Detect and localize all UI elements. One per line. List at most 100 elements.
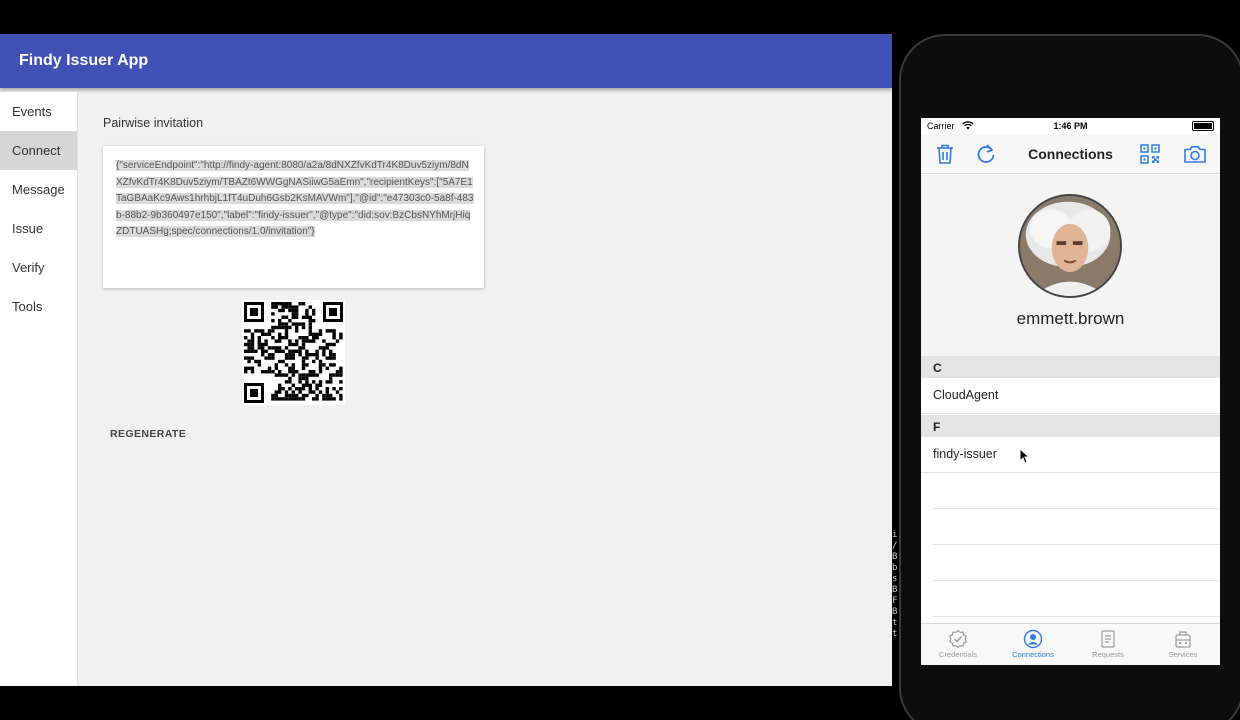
qr-module bbox=[332, 342, 336, 347]
qr-module bbox=[301, 325, 306, 330]
sidebar-item-issue[interactable]: Issue bbox=[0, 209, 77, 248]
regenerate-button[interactable]: REGENERATE bbox=[110, 428, 186, 440]
qr-module bbox=[305, 336, 309, 340]
qr-module bbox=[278, 387, 282, 391]
status-bar: Carrier 1:46 PM bbox=[921, 118, 1220, 134]
tab-services[interactable]: Services bbox=[1146, 624, 1220, 665]
qr-module bbox=[278, 370, 282, 374]
qr-module bbox=[257, 363, 261, 367]
tab-connections[interactable]: Connections bbox=[996, 624, 1070, 665]
qr-module bbox=[288, 366, 292, 370]
qr-module bbox=[291, 349, 295, 353]
qr-module bbox=[284, 356, 289, 360]
qr-module bbox=[308, 322, 312, 326]
qr-module bbox=[335, 370, 340, 374]
requests-icon bbox=[1101, 630, 1115, 648]
sidebar-item-connect[interactable]: Connect bbox=[0, 131, 77, 170]
qr-module bbox=[267, 353, 272, 357]
qr-module bbox=[325, 380, 329, 384]
qr-module bbox=[332, 332, 336, 336]
sidebar-item-tools[interactable]: Tools bbox=[0, 287, 77, 326]
qr-module bbox=[305, 356, 309, 360]
app-title: Findy Issuer App bbox=[19, 52, 149, 69]
section-title: Pairwise invitation bbox=[103, 116, 204, 130]
qr-module bbox=[274, 366, 278, 370]
section-header-f: F bbox=[921, 415, 1220, 437]
qr-module bbox=[274, 302, 278, 306]
tab-credentials[interactable]: Credentials bbox=[921, 624, 995, 665]
qr-module bbox=[318, 370, 323, 374]
qr-module bbox=[244, 336, 248, 340]
qr-module bbox=[312, 353, 316, 357]
profile-section: emmett.brown bbox=[921, 175, 1220, 356]
qr-module bbox=[288, 393, 292, 398]
qr-module bbox=[329, 353, 333, 357]
qr-module bbox=[301, 366, 306, 370]
qr-module bbox=[295, 393, 299, 398]
qr-module bbox=[271, 305, 275, 309]
connection-item-findy-issuer[interactable]: findy-issuer bbox=[921, 437, 1220, 473]
qr-module bbox=[305, 349, 309, 353]
qr-module bbox=[254, 329, 258, 333]
sidebar-item-verify[interactable]: Verify bbox=[0, 248, 77, 287]
connection-item-cloudagent[interactable]: CloudAgent bbox=[921, 378, 1220, 414]
qr-module bbox=[291, 370, 295, 374]
qr-module bbox=[261, 353, 265, 357]
sidebar-item-events[interactable]: Events bbox=[0, 92, 77, 131]
qr-module bbox=[281, 302, 285, 306]
qr-module bbox=[250, 349, 255, 353]
qr-module bbox=[339, 370, 343, 374]
qr-code-icon[interactable] bbox=[1138, 142, 1162, 166]
qr-module bbox=[267, 329, 272, 333]
qr-module bbox=[261, 346, 265, 350]
qr-module bbox=[301, 397, 306, 401]
qr-module bbox=[284, 336, 289, 340]
qr-module bbox=[244, 342, 248, 347]
qr-module bbox=[284, 315, 289, 319]
qr-module bbox=[264, 339, 268, 343]
qr-module bbox=[278, 308, 282, 313]
qr-module bbox=[281, 336, 285, 340]
qr-module bbox=[267, 332, 272, 336]
qr-module bbox=[295, 387, 299, 391]
qr-module bbox=[247, 346, 251, 350]
qr-module bbox=[329, 363, 333, 367]
qr-module bbox=[329, 376, 333, 381]
qr-module bbox=[250, 339, 255, 343]
qr-module bbox=[278, 397, 282, 401]
qr-module bbox=[318, 366, 323, 370]
qr-module bbox=[288, 308, 292, 313]
qr-module bbox=[284, 390, 289, 394]
qr-module bbox=[284, 353, 289, 357]
qr-module bbox=[250, 332, 255, 336]
qr-module bbox=[278, 373, 282, 377]
qr-module bbox=[291, 322, 295, 326]
qr-module bbox=[271, 325, 275, 330]
qr-module bbox=[339, 366, 343, 370]
tab-requests[interactable]: Requests bbox=[1071, 624, 1145, 665]
qr-module bbox=[288, 342, 292, 347]
qr-module bbox=[308, 305, 312, 309]
qr-module bbox=[244, 366, 248, 370]
qr-module bbox=[274, 373, 278, 377]
services-icon bbox=[1175, 631, 1191, 648]
qr-module bbox=[247, 366, 251, 370]
sidebar-item-message[interactable]: Message bbox=[0, 170, 77, 209]
invitation-text[interactable]: {"serviceEndpoint":"http://findy-agent:8… bbox=[116, 158, 474, 241]
mouse-cursor-icon bbox=[1019, 448, 1029, 464]
qr-module bbox=[281, 315, 285, 319]
qr-module bbox=[329, 356, 333, 360]
username: emmett.brown bbox=[1016, 309, 1125, 328]
web-app-window: Findy Issuer App Events Connect Message … bbox=[0, 34, 892, 686]
qr-module bbox=[318, 332, 323, 336]
qr-module bbox=[305, 363, 309, 367]
qr-module bbox=[318, 363, 323, 367]
qr-module bbox=[291, 383, 295, 387]
camera-icon[interactable] bbox=[1183, 142, 1207, 166]
qr-module bbox=[301, 387, 306, 391]
qr-module bbox=[332, 363, 336, 367]
qr-module bbox=[264, 342, 268, 347]
qr-module bbox=[274, 325, 278, 330]
qr-module bbox=[315, 373, 319, 377]
qr-module bbox=[295, 342, 299, 347]
